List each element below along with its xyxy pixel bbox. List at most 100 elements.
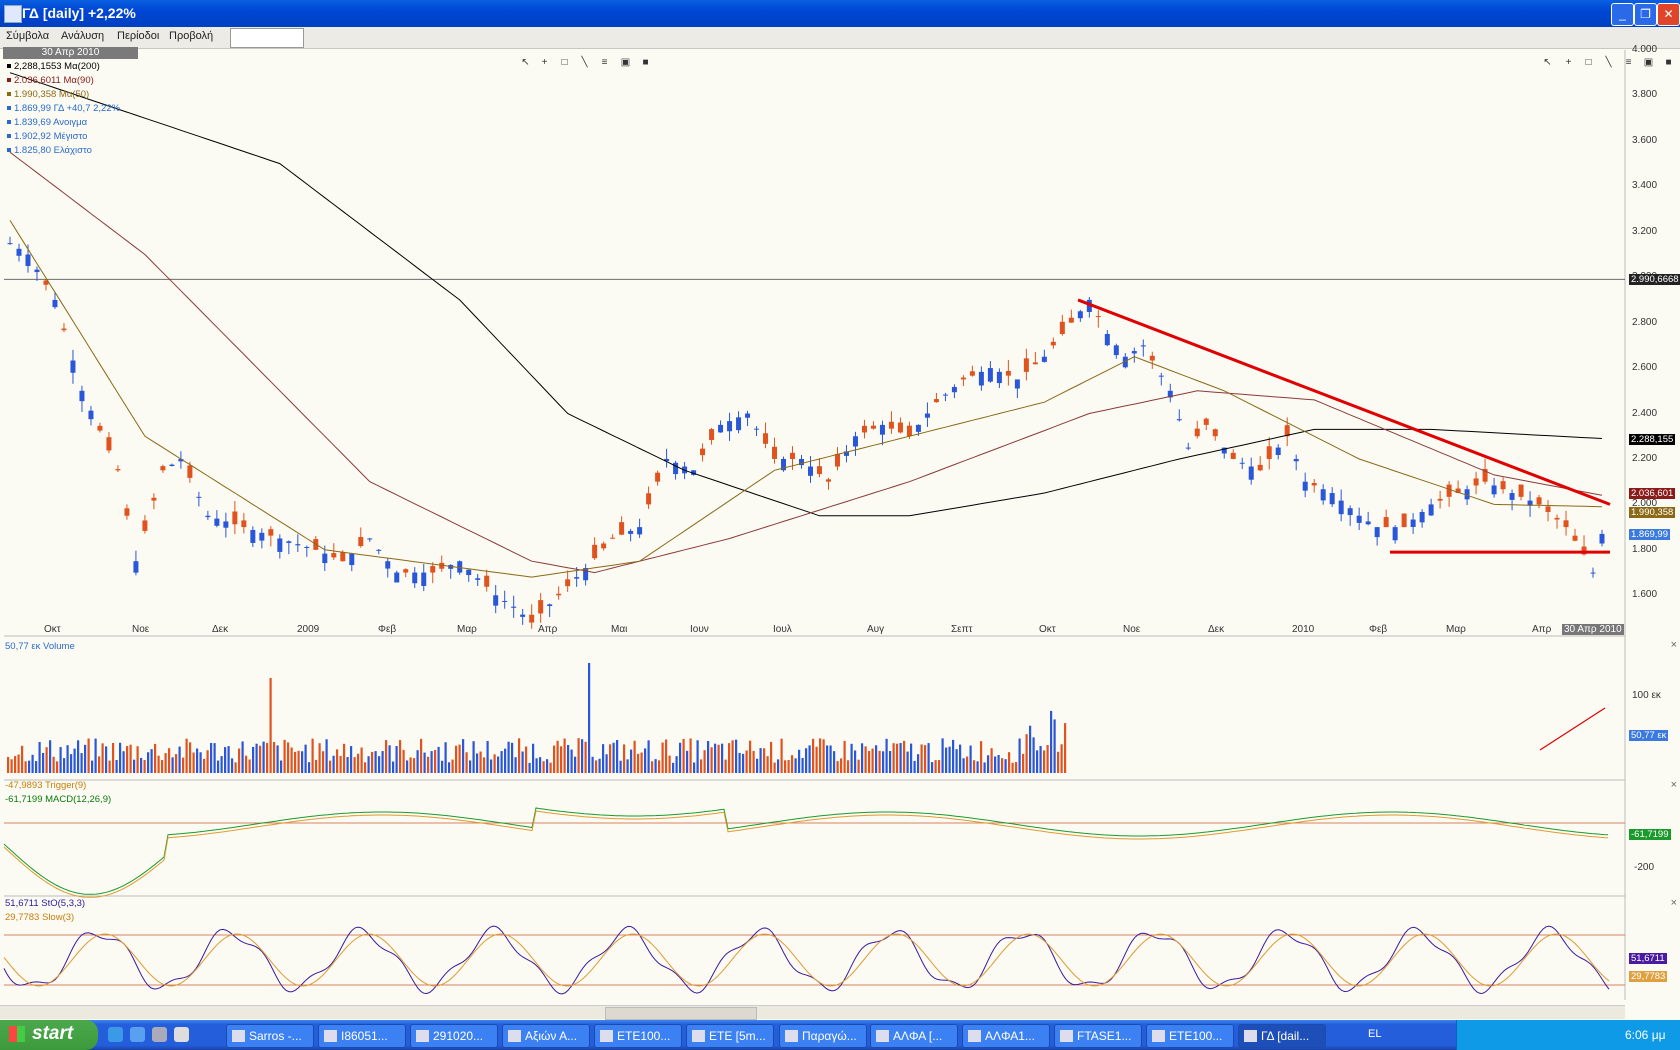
volume-bar bbox=[126, 746, 129, 773]
volume-bar bbox=[448, 762, 451, 773]
candle bbox=[852, 436, 858, 447]
candle bbox=[1032, 362, 1038, 365]
volume-bar bbox=[906, 751, 909, 773]
taskbar-button[interactable]: 291020... bbox=[410, 1024, 498, 1048]
taskbar-button[interactable]: Αξιών Α... bbox=[502, 1024, 590, 1048]
volume-bar bbox=[752, 750, 755, 773]
volume-bar bbox=[889, 751, 892, 773]
taskbar-button[interactable]: ΓΔ [dail... bbox=[1238, 1024, 1326, 1048]
volume-close-icon[interactable]: × bbox=[1671, 639, 1677, 651]
volume-bar bbox=[826, 745, 829, 773]
volume-bar bbox=[441, 760, 444, 773]
volume-bar bbox=[910, 743, 913, 773]
volume-bar bbox=[945, 747, 948, 773]
volume-bar bbox=[896, 743, 899, 773]
volume-bar bbox=[476, 753, 479, 773]
volume-bar bbox=[1057, 751, 1060, 773]
chart-area[interactable] bbox=[0, 0, 1680, 1005]
taskbar-button[interactable]: FTASE1... bbox=[1054, 1024, 1142, 1048]
volume-bar bbox=[640, 752, 643, 773]
taskbar-button[interactable]: ETE100... bbox=[1146, 1024, 1234, 1048]
taskbar-button[interactable]: Sarros -... bbox=[226, 1024, 314, 1048]
candle bbox=[915, 424, 921, 432]
volume-bar bbox=[462, 739, 465, 773]
taskbar-button[interactable]: Παραγώ... bbox=[779, 1024, 867, 1048]
volume-bar bbox=[1043, 750, 1046, 773]
taskbar-button[interactable]: I86051... bbox=[318, 1024, 406, 1048]
candle bbox=[430, 566, 436, 573]
start-button[interactable]: start bbox=[0, 1020, 98, 1050]
resistance-trendline bbox=[1077, 298, 1611, 506]
volume-bar bbox=[472, 741, 475, 773]
candle bbox=[1068, 317, 1074, 323]
scrollbar-thumb[interactable] bbox=[605, 1007, 757, 1020]
candle bbox=[906, 425, 912, 437]
ie-icon[interactable] bbox=[108, 1027, 123, 1042]
candle bbox=[1338, 500, 1344, 515]
y-tick-label: 1.800 bbox=[1632, 543, 1658, 555]
desktop-icon[interactable] bbox=[174, 1027, 189, 1042]
volume-bar bbox=[875, 745, 878, 773]
volume-bar bbox=[77, 740, 80, 773]
candle bbox=[1194, 428, 1200, 437]
macd-close-icon[interactable]: × bbox=[1671, 779, 1677, 791]
volume-bar bbox=[367, 756, 370, 773]
volume-bar bbox=[665, 739, 668, 773]
taskbar-button[interactable]: ETE [5m... bbox=[686, 1024, 774, 1048]
volume-bar bbox=[686, 750, 689, 773]
volume-bar bbox=[388, 745, 391, 773]
volume-bar bbox=[199, 752, 202, 773]
taskbar-button[interactable]: ΑΛΦΑ1... bbox=[962, 1024, 1050, 1048]
volume-bar bbox=[756, 758, 759, 773]
candle bbox=[70, 360, 76, 373]
volume-bar bbox=[822, 739, 825, 773]
candle bbox=[736, 417, 742, 431]
volume-bar bbox=[714, 743, 717, 773]
volume-label: 50,77 εκ Volume bbox=[5, 641, 75, 652]
volume-bar bbox=[1011, 762, 1014, 773]
volume-bar bbox=[1008, 752, 1011, 773]
macd-pane bbox=[3, 807, 1625, 898]
x-tick-label: Απρ bbox=[538, 624, 558, 635]
volume-bar bbox=[773, 762, 776, 773]
volume-bar bbox=[798, 749, 801, 773]
candle bbox=[1050, 341, 1056, 346]
volume-bar bbox=[206, 750, 209, 773]
candle bbox=[250, 529, 256, 543]
taskbar-button[interactable]: ETE100... bbox=[594, 1024, 682, 1048]
y-tick-label: 2.400 bbox=[1632, 407, 1658, 419]
x-tick-label: Οκτ bbox=[44, 624, 61, 635]
volume-bar bbox=[402, 749, 405, 773]
volume-bar bbox=[1001, 758, 1004, 773]
horizontal-scrollbar[interactable] bbox=[0, 1005, 1625, 1020]
stoch-label: 51,6711 StO(5,3,3) bbox=[5, 898, 86, 909]
quicklaunch-icon[interactable] bbox=[152, 1027, 167, 1042]
volume-bar bbox=[493, 754, 496, 773]
volume-bar bbox=[101, 743, 104, 773]
language-indicator[interactable]: EL bbox=[1368, 1028, 1381, 1040]
candle bbox=[61, 328, 67, 331]
candle bbox=[897, 422, 903, 433]
candle bbox=[951, 387, 957, 393]
legend-item: 1.825,80 Ελάχιστο bbox=[7, 145, 92, 157]
candle bbox=[169, 464, 175, 466]
ie-icon-2[interactable] bbox=[130, 1027, 145, 1042]
candle bbox=[1347, 508, 1353, 516]
volume-bar bbox=[574, 756, 577, 773]
candle bbox=[421, 572, 427, 586]
x-tick-label: Δεκ bbox=[212, 624, 229, 635]
volume-bar bbox=[486, 740, 489, 773]
x-tick-label: Μαρ bbox=[1446, 624, 1466, 635]
candle bbox=[763, 433, 769, 444]
volume-bar bbox=[122, 751, 125, 773]
taskbar-button[interactable]: ΑΛΦΑ [... bbox=[870, 1024, 958, 1048]
candle bbox=[538, 600, 544, 614]
candle bbox=[601, 543, 607, 549]
volume-bar bbox=[325, 739, 328, 773]
candle bbox=[700, 448, 706, 456]
candle bbox=[349, 553, 355, 566]
volume-bar bbox=[399, 740, 402, 773]
candle bbox=[286, 541, 292, 543]
candle bbox=[214, 518, 220, 526]
stoch-close-icon[interactable]: × bbox=[1671, 897, 1677, 909]
